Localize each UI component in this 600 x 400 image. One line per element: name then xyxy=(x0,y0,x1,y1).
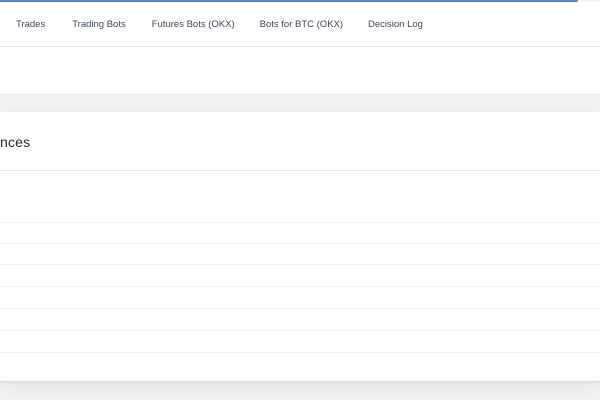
subheader-band xyxy=(0,47,600,95)
table-row-divider xyxy=(0,222,600,223)
table-row-divider xyxy=(0,264,600,265)
top-navigation: Trades Trading Bots Futures Bots (OKX) B… xyxy=(0,2,600,47)
table-row-divider xyxy=(0,286,600,287)
table-row-divider xyxy=(0,352,600,353)
card-title: nces xyxy=(0,134,31,150)
table-row-divider xyxy=(0,243,600,244)
table-row-divider xyxy=(0,330,600,331)
nav-tab-bots-for-btc-okx[interactable]: Bots for BTC (OKX) xyxy=(260,19,343,30)
nav-tab-decision-log[interactable]: Decision Log xyxy=(368,19,423,30)
table-row-divider xyxy=(0,308,600,309)
nav-tab-trades[interactable]: Trades xyxy=(16,19,45,30)
card-title-divider xyxy=(0,170,600,171)
nav-tab-trading-bots[interactable]: Trading Bots xyxy=(72,19,126,30)
nav-tab-futures-bots-okx[interactable]: Futures Bots (OKX) xyxy=(152,19,235,30)
content-card: nces xyxy=(0,111,600,381)
nav-tabs: Trades Trading Bots Futures Bots (OKX) B… xyxy=(0,2,423,47)
